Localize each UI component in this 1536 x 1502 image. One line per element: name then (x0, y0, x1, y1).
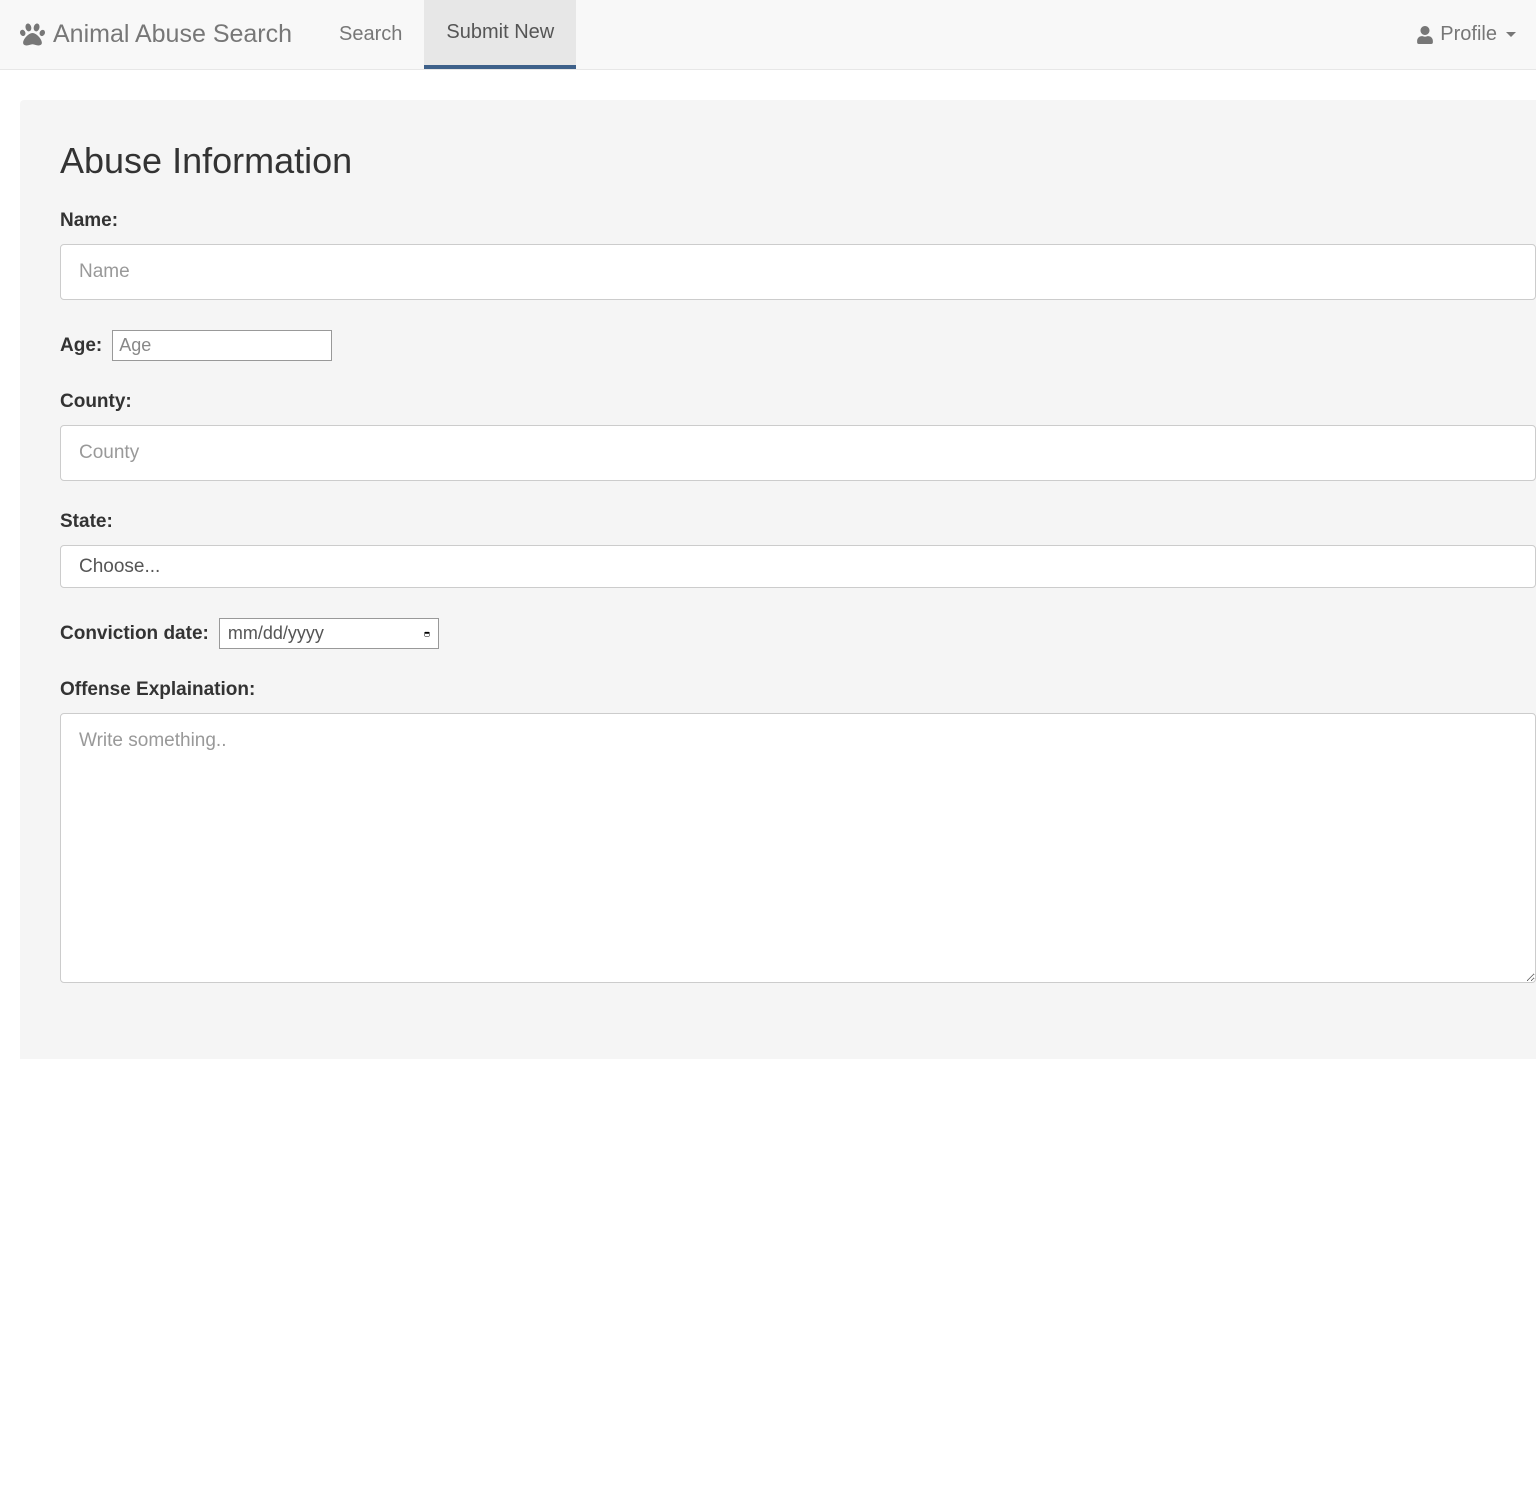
paw-icon (20, 22, 45, 47)
nav-item-label: Search (339, 23, 402, 46)
profile-label: Profile (1440, 23, 1497, 46)
offense-label: Offense Explaination: (60, 679, 1536, 701)
main-container: Abuse Information Name: Age: County: Sta… (0, 70, 1536, 1059)
form-group-county: County: (60, 391, 1536, 481)
form-group-conviction-date: Conviction date: mm/dd/yyyy (60, 618, 1536, 649)
form-group-offense: Offense Explaination: (60, 679, 1536, 989)
nav-right: Profile (1416, 0, 1516, 69)
nav-left: Search Submit New (317, 0, 576, 69)
brand-text: Animal Abuse Search (53, 20, 292, 49)
navbar-brand[interactable]: Animal Abuse Search (20, 0, 292, 69)
form-group-name: Name: (60, 210, 1536, 300)
form-group-age: Age: (60, 330, 1536, 361)
nav-item-label: Submit New (446, 21, 554, 44)
date-placeholder: mm/dd/yyyy (228, 623, 324, 644)
user-icon (1416, 26, 1434, 44)
form-group-state: State: Choose... (60, 511, 1536, 588)
state-label: State: (60, 511, 1536, 533)
name-label: Name: (60, 210, 1536, 232)
county-label: County: (60, 391, 1536, 413)
county-input[interactable] (60, 425, 1536, 481)
chevron-down-icon (1506, 32, 1516, 37)
navbar: Animal Abuse Search Search Submit New Pr… (0, 0, 1536, 70)
profile-dropdown[interactable]: Profile (1416, 23, 1516, 46)
offense-textarea[interactable] (60, 713, 1536, 983)
calendar-icon (424, 625, 430, 643)
age-label: Age: (60, 335, 102, 357)
form-panel: Abuse Information Name: Age: County: Sta… (20, 100, 1536, 1059)
conviction-date-label: Conviction date: (60, 623, 209, 645)
conviction-date-input[interactable]: mm/dd/yyyy (219, 618, 439, 649)
state-select[interactable]: Choose... (60, 545, 1536, 588)
nav-item-search[interactable]: Search (317, 0, 424, 69)
name-input[interactable] (60, 244, 1536, 300)
age-input[interactable] (112, 330, 332, 361)
page-title: Abuse Information (60, 140, 1536, 182)
nav-item-submit-new[interactable]: Submit New (424, 0, 576, 69)
